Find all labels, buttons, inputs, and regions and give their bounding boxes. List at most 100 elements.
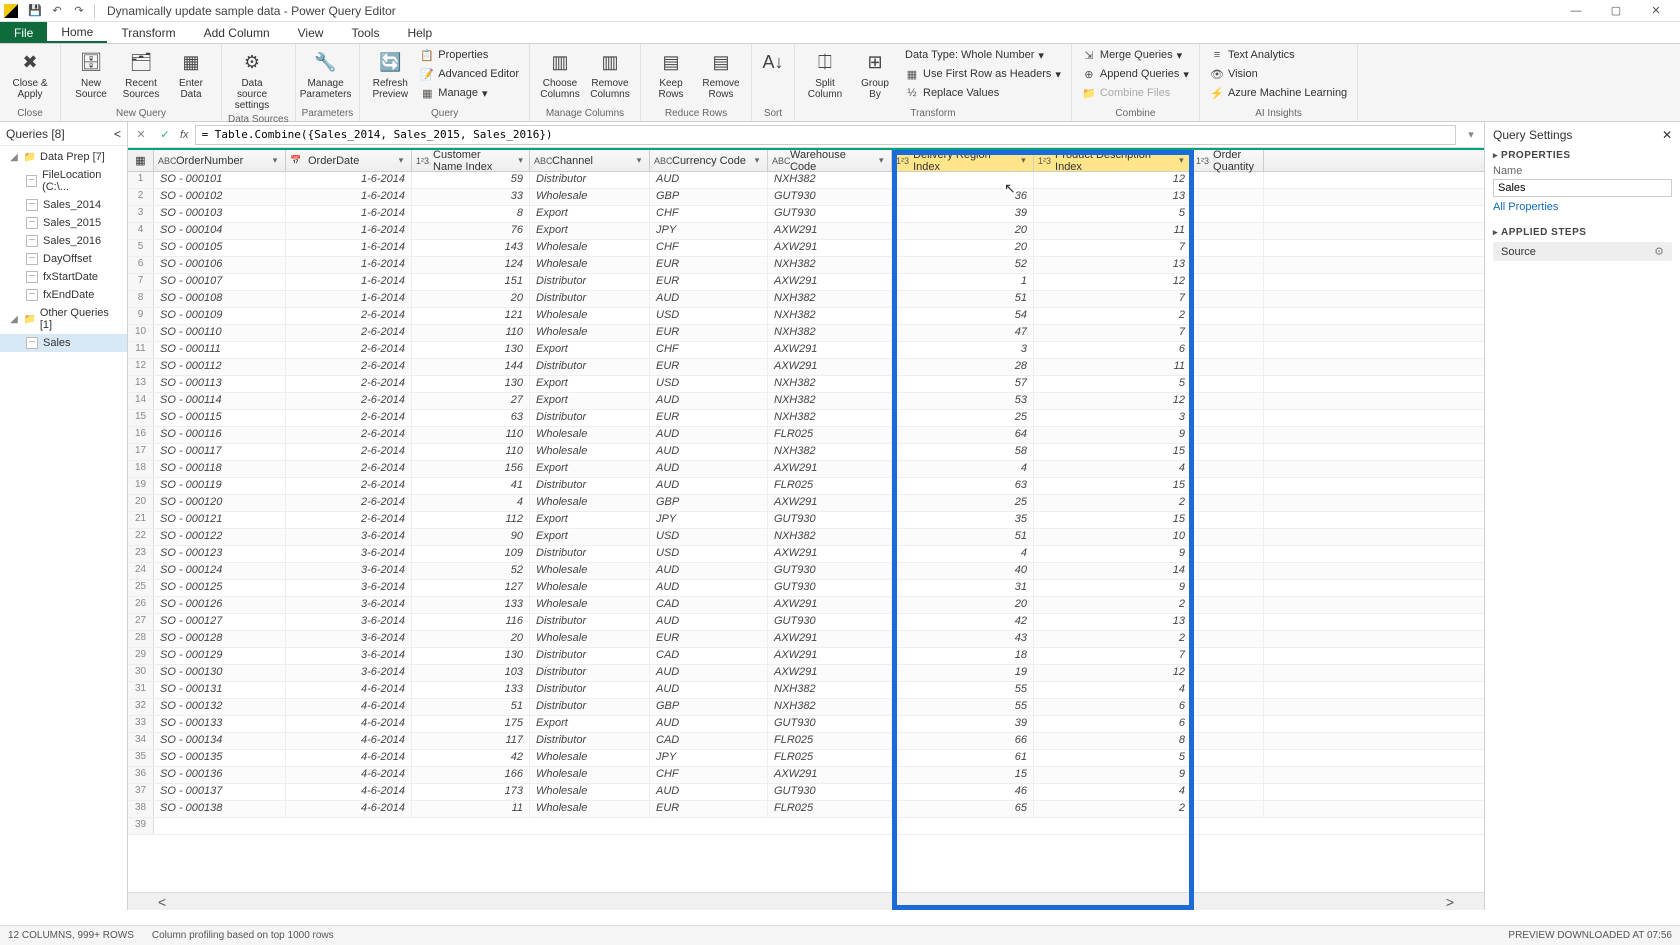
cell-warehouse[interactable]: AXW291 [768,631,892,647]
tab-help[interactable]: Help [393,22,446,43]
cell-orderdate[interactable]: 1-6-2014 [286,274,412,290]
cell-currency[interactable]: USD [650,308,768,324]
cell-customer-index[interactable]: 130 [412,648,530,664]
cell-warehouse[interactable]: AXW291 [768,665,892,681]
cell-warehouse[interactable]: FLR025 [768,427,892,443]
sort-asc-button[interactable]: A↓ [758,46,788,78]
cell-order-qty[interactable] [1192,444,1264,460]
cell-product-index[interactable]: 12 [1034,665,1192,681]
cell-product-index[interactable]: 11 [1034,223,1192,239]
cell-ordernumber[interactable]: SO - 000103 [154,206,286,222]
query-item[interactable]: Sales_2015 [0,214,127,232]
cell-product-index[interactable]: 6 [1034,699,1192,715]
cell-ordernumber[interactable]: SO - 000113 [154,376,286,392]
col-customer-index[interactable]: 1²3Customer Name Index▾ [412,150,530,171]
expand-formula-icon[interactable]: ▾ [1462,126,1480,144]
cell-channel[interactable]: Distributor [530,546,650,562]
cell-delivery-index[interactable]: 39 [892,716,1034,732]
cell-ordernumber[interactable]: SO - 000106 [154,257,286,273]
cell-customer-index[interactable]: 175 [412,716,530,732]
cell-currency[interactable]: CHF [650,206,768,222]
cell-warehouse[interactable]: AXW291 [768,359,892,375]
cell-warehouse[interactable]: GUT930 [768,206,892,222]
cell-currency[interactable]: AUD [650,716,768,732]
cell-currency[interactable]: EUR [650,801,768,817]
cell-delivery-index[interactable]: 4 [892,461,1034,477]
horizontal-scrollbar[interactable]: < > [128,892,1484,910]
manage-parameters-button[interactable]: 🔧Manage Parameters [302,46,350,102]
cell-order-qty[interactable] [1192,580,1264,596]
cell-ordernumber[interactable]: SO - 000131 [154,682,286,698]
filter-dropdown-icon[interactable]: ▾ [269,155,281,167]
tab-view[interactable]: View [284,22,338,43]
cell-channel[interactable]: Distributor [530,410,650,426]
cell-customer-index[interactable]: 103 [412,665,530,681]
remove-rows-button[interactable]: ▤Remove Rows [697,46,745,102]
text-analytics-button[interactable]: ≡Text Analytics [1206,46,1351,64]
cell-order-qty[interactable] [1192,563,1264,579]
cell-warehouse[interactable]: NXH382 [768,172,892,188]
cell-delivery-index[interactable]: 57 [892,376,1034,392]
cell-customer-index[interactable]: 33 [412,189,530,205]
close-apply-button[interactable]: ✖Close & Apply [6,46,54,102]
table-row[interactable]: 1SO - 0001011-6-201459DistributorAUDNXH3… [128,172,1484,189]
table-row[interactable]: 25SO - 0001253-6-2014127WholesaleAUDGUT9… [128,580,1484,597]
cell-orderdate[interactable]: 4-6-2014 [286,750,412,766]
cell-ordernumber[interactable]: SO - 000112 [154,359,286,375]
cell-warehouse[interactable]: GUT930 [768,189,892,205]
cell-currency[interactable]: EUR [650,359,768,375]
cell-orderdate[interactable]: 3-6-2014 [286,597,412,613]
cell-order-qty[interactable] [1192,308,1264,324]
table-row[interactable]: 24SO - 0001243-6-201452WholesaleAUDGUT93… [128,563,1484,580]
cell-delivery-index[interactable]: 15 [892,767,1034,783]
cell-customer-index[interactable]: 156 [412,461,530,477]
cell-channel[interactable]: Wholesale [530,257,650,273]
cell-delivery-index[interactable]: 35 [892,512,1034,528]
cell-delivery-index[interactable]: 20 [892,240,1034,256]
cell-delivery-index[interactable]: 28 [892,359,1034,375]
maximize-button[interactable]: ▢ [1596,1,1636,21]
cell-order-qty[interactable] [1192,631,1264,647]
folder-data-prep[interactable]: ◢📁Data Prep [7] [0,148,127,166]
tab-tools[interactable]: Tools [337,22,393,43]
cell-customer-index[interactable]: 110 [412,427,530,443]
cell-orderdate[interactable]: 2-6-2014 [286,495,412,511]
cell-channel[interactable]: Export [530,206,650,222]
table-row[interactable]: 32SO - 0001324-6-201451DistributorGBPNXH… [128,699,1484,716]
cell-product-index[interactable]: 13 [1034,189,1192,205]
cell-channel[interactable]: Distributor [530,614,650,630]
cell-order-qty[interactable] [1192,733,1264,749]
cell-customer-index[interactable]: 124 [412,257,530,273]
cell-currency[interactable]: AUD [650,614,768,630]
cell-delivery-index[interactable]: 51 [892,529,1034,545]
cell-delivery-index[interactable]: 25 [892,410,1034,426]
table-row[interactable]: 12SO - 0001122-6-2014144DistributorEURAX… [128,359,1484,376]
cell-delivery-index[interactable]: 1 [892,274,1034,290]
cell-delivery-index[interactable]: 4 [892,546,1034,562]
cell-product-index[interactable]: 15 [1034,478,1192,494]
cell-warehouse[interactable]: NXH382 [768,376,892,392]
cell-ordernumber[interactable]: SO - 000136 [154,767,286,783]
cell-delivery-index[interactable]: 58 [892,444,1034,460]
cell-customer-index[interactable]: 63 [412,410,530,426]
cell-orderdate[interactable]: 1-6-2014 [286,240,412,256]
collapse-pane-icon[interactable]: < [114,127,121,141]
cell-ordernumber[interactable]: SO - 000101 [154,172,286,188]
minimize-button[interactable]: — [1556,1,1596,21]
cell-ordernumber[interactable]: SO - 000118 [154,461,286,477]
col-currency[interactable]: ABCCurrency Code▾ [650,150,768,171]
cell-ordernumber[interactable]: SO - 000129 [154,648,286,664]
append-queries-button[interactable]: ⊕Append Queries ▾ [1078,65,1193,83]
properties-button[interactable]: 📋Properties [416,46,523,64]
cell-delivery-index[interactable]: 64 [892,427,1034,443]
cell-delivery-index[interactable]: 25 [892,495,1034,511]
cell-ordernumber[interactable]: SO - 000122 [154,529,286,545]
cell-currency[interactable]: EUR [650,257,768,273]
col-ordernumber[interactable]: ABCOrderNumber▾ [154,150,286,171]
table-icon[interactable]: ▦ [128,150,154,171]
table-row[interactable]: 31SO - 0001314-6-2014133DistributorAUDNX… [128,682,1484,699]
cell-ordernumber[interactable]: SO - 000137 [154,784,286,800]
table-row[interactable]: 16SO - 0001162-6-2014110WholesaleAUDFLR0… [128,427,1484,444]
table-row[interactable]: 17SO - 0001172-6-2014110WholesaleAUDNXH3… [128,444,1484,461]
cell-orderdate[interactable]: 4-6-2014 [286,682,412,698]
